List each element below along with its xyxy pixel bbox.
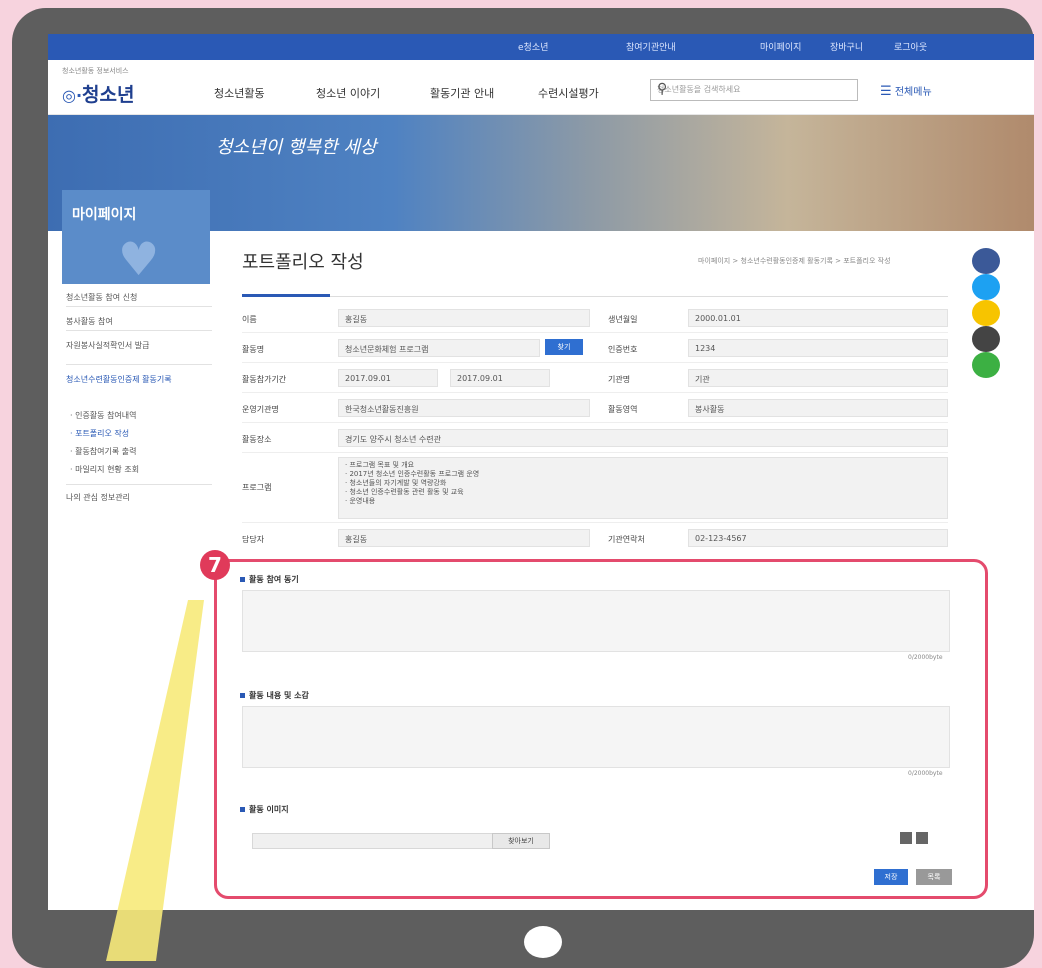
- callout-beam: [106, 600, 204, 961]
- callout-pointer: [106, 600, 204, 961]
